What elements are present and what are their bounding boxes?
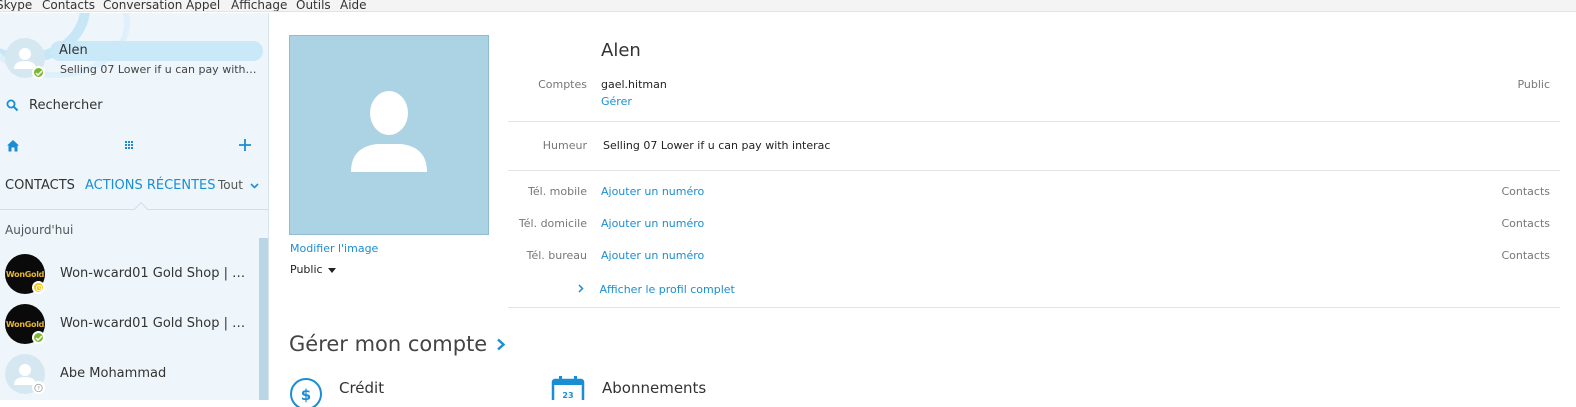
menu-skype[interactable]: Skype: [0, 0, 32, 11]
manage-account-title: Gérer mon compte: [289, 332, 488, 356]
chevron-down-icon: [250, 183, 259, 189]
profile-name: Alen: [601, 40, 641, 61]
contact-name: Won-wcard01 Gold Shop | b...: [60, 316, 250, 331]
profile-picture[interactable]: [289, 35, 489, 235]
dollar-icon: $: [290, 378, 322, 407]
menu-contacts[interactable]: Contacts: [42, 0, 95, 11]
active-tab-indicator: [133, 201, 149, 217]
accounts-visibility[interactable]: Public: [1517, 78, 1550, 91]
phone-home-visibility[interactable]: Contacts: [1501, 217, 1550, 230]
person-icon: [351, 91, 427, 172]
away-status-icon: [32, 281, 45, 294]
contact-item[interactable]: WonGold Won-wcard01 Gold Shop | Al...: [0, 252, 258, 296]
filter-dropdown[interactable]: Tout: [218, 178, 259, 192]
svg-text:$: $: [301, 386, 311, 404]
accounts-label: Comptes: [538, 78, 587, 91]
picture-visibility-dropdown[interactable]: Public: [290, 263, 337, 276]
tab-recent-actions[interactable]: ACTIONS RÉCENTES: [85, 178, 216, 193]
menu-outils[interactable]: Outils: [296, 0, 331, 11]
phone-office-visibility[interactable]: Contacts: [1501, 249, 1550, 262]
account-id: gael.hitman: [601, 78, 667, 91]
phone-mobile-label: Tél. mobile: [528, 185, 587, 198]
chevron-right-icon: [578, 284, 584, 293]
add-office-number-link[interactable]: Ajouter un numéro: [601, 249, 704, 262]
show-full-profile-label: Afficher le profil complet: [599, 283, 735, 296]
show-full-profile-link[interactable]: Afficher le profil complet: [578, 283, 735, 296]
visibility-label: Public: [290, 263, 323, 276]
add-mobile-number-link[interactable]: Ajouter un numéro: [601, 185, 704, 198]
contact-name: Won-wcard01 Gold Shop | Al...: [60, 266, 250, 281]
chevron-right-icon: [497, 338, 506, 350]
svg-text:?: ?: [37, 385, 40, 391]
divider: [508, 170, 1560, 171]
profile-pane: Modifier l'image Public Alen Comptes gae…: [270, 13, 1576, 407]
search-icon: [6, 99, 19, 111]
avatar-logo-text: WonGold: [5, 319, 45, 329]
credit-tile-label[interactable]: Crédit: [339, 379, 384, 397]
contact-name: Abe Mohammad: [60, 366, 167, 381]
subscriptions-tile-label[interactable]: Abonnements: [602, 379, 706, 397]
add-icon[interactable]: [238, 138, 252, 152]
phone-home-label: Tél. domicile: [518, 217, 587, 230]
online-status-icon: [32, 66, 45, 79]
menu-appel[interactable]: Appel: [186, 0, 220, 11]
divider: [508, 121, 1560, 122]
menu-affichage[interactable]: Affichage: [231, 0, 287, 11]
avatar-logo-text: WonGold: [5, 269, 45, 279]
menu-bar: Skype Contacts Conversation Appel Affich…: [0, 0, 1576, 12]
menu-aide[interactable]: Aide: [340, 0, 367, 11]
filter-label: Tout: [218, 178, 243, 192]
unknown-status-icon: ?: [32, 381, 45, 394]
dialpad-icon[interactable]: [124, 140, 134, 150]
sidebar-nav: [0, 133, 268, 157]
mood-value[interactable]: Selling 07 Lower if u can pay with inter…: [603, 139, 830, 152]
manage-account-heading[interactable]: Gérer mon compte: [289, 332, 506, 356]
contact-tabs: CONTACTS ACTIONS RÉCENTES Tout: [0, 178, 268, 198]
section-today: Aujourd'hui: [5, 223, 74, 237]
tab-contacts[interactable]: CONTACTS: [5, 178, 75, 193]
calendar-icon: 23: [551, 376, 585, 400]
my-name[interactable]: Alen: [50, 41, 263, 61]
caret-down-icon: [328, 267, 337, 273]
phone-mobile-visibility[interactable]: Contacts: [1501, 185, 1550, 198]
phone-office-label: Tél. bureau: [526, 249, 587, 262]
home-icon[interactable]: [6, 139, 20, 152]
contact-item[interactable]: WonGold Won-wcard01 Gold Shop | b...: [0, 302, 258, 346]
search-label: Rechercher: [29, 97, 103, 113]
divider: [508, 307, 1560, 308]
my-mood[interactable]: Selling 07 Lower if u can pay with in...: [60, 63, 260, 76]
search-box[interactable]: Rechercher: [6, 97, 103, 113]
online-status-icon: [32, 331, 45, 344]
manage-accounts-link[interactable]: Gérer: [601, 95, 632, 108]
menu-conversation[interactable]: Conversation: [103, 0, 182, 11]
svg-text:23: 23: [562, 391, 573, 400]
mood-label: Humeur: [542, 139, 587, 152]
contacts-scrollbar[interactable]: [259, 238, 268, 400]
add-home-number-link[interactable]: Ajouter un numéro: [601, 217, 704, 230]
contact-item[interactable]: ? Abe Mohammad: [0, 352, 258, 396]
sidebar: Alen Selling 07 Lower if u can pay with …: [0, 13, 269, 400]
